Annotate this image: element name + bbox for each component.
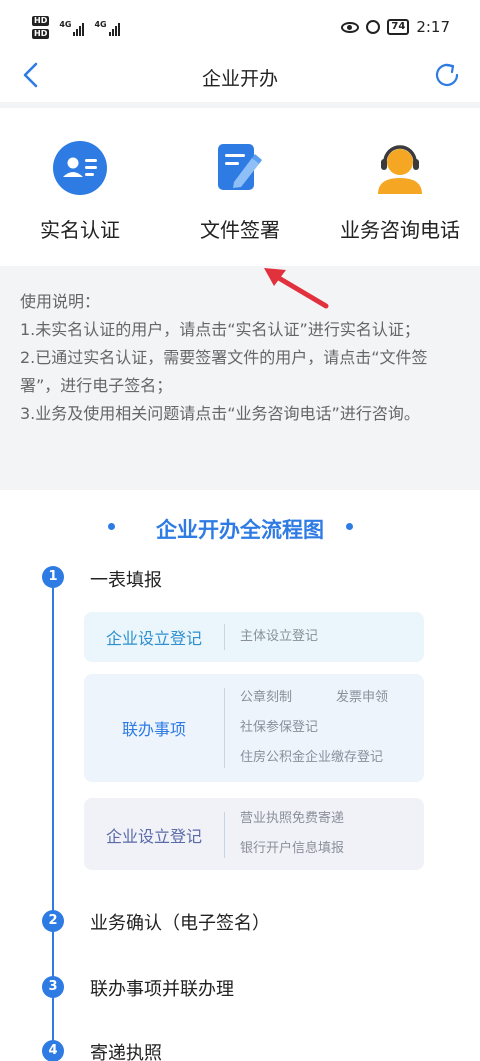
sub-box-item: 公章刻制 [240,690,293,705]
flow-title: 企业开办全流程图 [156,518,324,542]
sub-box-item: 住房公积金企业缴存登记 [240,750,384,765]
action-label: 文件签署 [200,218,280,242]
instruction-line: 1.未实名认证的用户，请点击“实名认证”进行实名认证； [20,320,420,339]
sub-box-register: 企业设立登记 主体设立登记 [84,612,424,662]
nav-bar: 企业开办 [0,58,480,102]
action-label: 实名认证 [40,218,120,242]
file-sign-button[interactable]: 文件签署 [160,140,320,243]
instruction-line: 3.业务及使用相关问题请点击“业务咨询电话”进行咨询。 [20,404,420,423]
network-type: 4G [59,20,72,29]
sub-box-item: 主体设立登记 [240,629,319,644]
step-label: 一表填报 [90,570,162,591]
sub-box-item: 社保参保登记 [240,720,319,735]
signal-icon-2: 4G [94,20,120,36]
sub-box-delivery: 企业设立登记 营业执照免费寄递 银行开户信息填报 [84,798,424,870]
instruction-line: 2.已通过实名认证，需要签署文件的用户，请点击“文件签署”，进行电子签名； [20,348,428,395]
action-label: 业务咨询电话 [340,218,460,242]
title-dot [346,523,353,530]
alarm-icon [366,20,381,34]
quick-actions: 实名认证 文件签署 业务咨询电话 [0,108,480,266]
sub-box-title: 企业设立登记 [105,827,202,846]
step-label: 业务确认（电子签名） [90,913,270,934]
customer-service-icon [378,145,422,194]
process-flow-card: 企业开办全流程图 1 一表填报 企业设立登记 主体设立登记 联办事项 公章刻制 … [0,490,480,1061]
signal-icon: 4G [59,20,85,36]
sub-box-item: 营业执照免费寄递 [240,811,345,826]
step-label: 联办事项并联办理 [90,979,234,1000]
clock: 2:17 [416,18,450,36]
sub-box-joint-items: 联办事项 公章刻制 发票申领 社保参保登记 住房公积金企业缴存登记 [84,674,424,782]
id-card-icon [53,141,107,195]
refresh-icon[interactable] [432,60,462,90]
status-bar: HD HD 4G 4G 74 2:17 [0,0,480,58]
battery-icon: 74 [387,19,410,35]
real-name-auth-button[interactable]: 实名认证 [0,140,160,243]
sign-document-icon [218,144,262,190]
consult-phone-button[interactable]: 业务咨询电话 [320,140,480,243]
step-number: 2 [42,910,64,932]
eye-icon [341,21,360,33]
sub-box-item: 银行开户信息填报 [240,841,345,856]
step-label: 寄递执照 [90,1043,162,1061]
usage-instructions: 使用说明： 1.未实名认证的用户，请点击“实名认证”进行实名认证； 2.已通过实… [20,288,465,428]
sub-box-item: 发票申领 [336,690,389,705]
network-type-2: 4G [94,20,107,29]
hd-badge: HD [32,16,50,26]
step-number: 1 [42,566,64,588]
instructions-heading: 使用说明： [20,292,101,311]
page-title: 企业开办 [201,68,278,90]
step-number: 4 [42,1040,64,1061]
sub-box-title: 联办事项 [121,720,186,739]
sub-box-title: 企业设立登记 [105,629,202,648]
hd-badge-2: HD [32,29,50,39]
step-number: 3 [42,976,64,998]
